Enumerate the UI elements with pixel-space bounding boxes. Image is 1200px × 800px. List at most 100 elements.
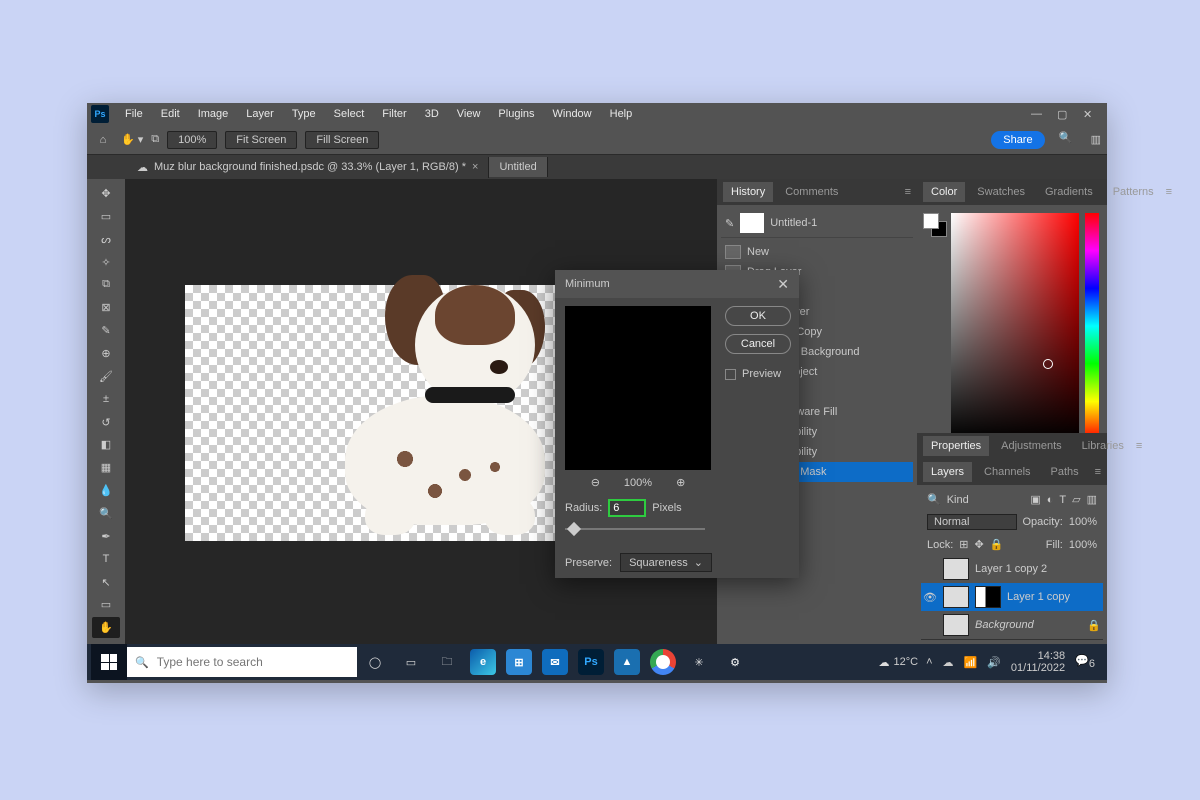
cloud-sync-icon[interactable]: ☁ [943, 656, 954, 669]
menu-layer[interactable]: Layer [238, 105, 282, 123]
history-item[interactable]: New [721, 242, 913, 262]
patterns-tab[interactable]: Patterns [1105, 182, 1162, 202]
explorer-icon[interactable]: 🗀 [429, 644, 465, 680]
search-input[interactable] [157, 655, 349, 669]
cancel-button[interactable]: Cancel [725, 334, 791, 354]
share-button[interactable]: Share [991, 131, 1044, 149]
start-button[interactable] [91, 644, 127, 680]
menu-help[interactable]: Help [602, 105, 641, 123]
menu-filter[interactable]: Filter [374, 105, 414, 123]
comments-tab[interactable]: Comments [777, 182, 846, 202]
document-canvas[interactable] [185, 285, 570, 541]
kind-filter[interactable]: 🔍 [927, 493, 941, 506]
swatches-tab[interactable]: Swatches [969, 182, 1033, 202]
brush-tool[interactable]: 🖌 [92, 366, 120, 387]
lock-pixels-icon[interactable]: ⊞ [959, 538, 968, 551]
blend-mode-dropdown[interactable]: Normal [927, 514, 1017, 530]
hue-slider[interactable] [1085, 213, 1099, 433]
fill-screen-button[interactable]: Fill Screen [305, 131, 379, 149]
dialog-titlebar[interactable]: Minimum ✕ [555, 270, 799, 298]
zoom-in-icon[interactable]: ⊕ [676, 476, 685, 489]
panel-menu-icon[interactable]: ≡ [1095, 466, 1101, 478]
lock-position-icon[interactable]: ✥ [975, 538, 984, 551]
libraries-tab[interactable]: Libraries [1074, 436, 1132, 456]
history-tab[interactable]: History [723, 182, 773, 202]
fill-value[interactable]: 100% [1069, 539, 1097, 551]
gradients-tab[interactable]: Gradients [1037, 182, 1101, 202]
doc-tab-2[interactable]: Untitled [489, 157, 547, 177]
task-view-icon[interactable]: ▭ [393, 644, 429, 680]
copilot-icon[interactable]: ✳ [681, 644, 717, 680]
scroll-all-icon[interactable]: ⧉ [151, 133, 159, 146]
layer-row[interactable]: Layer 1 copy 2 [921, 555, 1103, 583]
filter-preview[interactable] [565, 306, 711, 470]
fg-bg-swatch[interactable] [923, 213, 947, 237]
history-brush-tool[interactable]: ↺ [92, 412, 120, 433]
close-button[interactable]: ✕ [1083, 108, 1095, 120]
pen-tool[interactable]: ✒ [92, 526, 120, 547]
opacity-value[interactable]: 100% [1069, 516, 1097, 528]
home-icon[interactable]: ⌂ [93, 131, 113, 149]
filter-pixel-icon[interactable]: ▣ [1030, 493, 1040, 506]
move-tool[interactable]: ✥ [92, 183, 120, 204]
layers-tab[interactable]: Layers [923, 462, 972, 482]
radius-slider[interactable] [565, 523, 705, 535]
menu-image[interactable]: Image [190, 105, 237, 123]
chrome-icon[interactable] [645, 644, 681, 680]
path-tool[interactable]: ↖ [92, 572, 120, 593]
volume-icon[interactable]: 🔊 [987, 656, 1001, 669]
color-panel[interactable] [917, 205, 1107, 433]
lasso-tool[interactable]: ᔕ [92, 229, 120, 250]
properties-tab[interactable]: Properties [923, 436, 989, 456]
menu-type[interactable]: Type [284, 105, 324, 123]
weather-widget[interactable]: ☁ 12°C [879, 656, 919, 669]
minimize-button[interactable]: ― [1031, 108, 1043, 120]
zoom-out-icon[interactable]: ⊖ [591, 476, 600, 489]
fit-screen-button[interactable]: Fit Screen [225, 131, 297, 149]
paths-tab[interactable]: Paths [1043, 462, 1087, 482]
adjustments-tab[interactable]: Adjustments [993, 436, 1070, 456]
filter-shape-icon[interactable]: ▱ [1072, 493, 1080, 506]
stamp-tool[interactable]: ± [92, 389, 120, 410]
mail-icon[interactable]: ✉ [537, 644, 573, 680]
filter-smart-icon[interactable]: ▥ [1087, 493, 1097, 506]
menu-plugins[interactable]: Plugins [490, 105, 542, 123]
wifi-icon[interactable]: 📶 [964, 656, 978, 669]
close-tab-icon[interactable]: × [472, 161, 478, 173]
taskbar-search[interactable]: 🔍 [127, 647, 357, 677]
shape-tool[interactable]: ▭ [92, 594, 120, 615]
visibility-icon[interactable]: 👁 [923, 591, 937, 604]
crop-tool[interactable]: ⧉ [92, 274, 120, 295]
panel-menu-icon[interactable]: ≡ [1136, 440, 1142, 452]
color-tab[interactable]: Color [923, 182, 965, 202]
eyedropper-tool[interactable]: ✎ [92, 320, 120, 341]
settings-icon[interactable]: ⚙ [717, 644, 753, 680]
arrange-icon[interactable]: ▥ [1091, 133, 1101, 146]
system-tray[interactable]: ˄ ☁ 📶 🔊 14:3801/11/2022 💬6 [918, 650, 1103, 674]
type-tool[interactable]: T [92, 549, 120, 570]
notifications-icon[interactable]: 💬6 [1075, 654, 1095, 670]
preview-checkbox[interactable]: Preview [725, 368, 791, 380]
layer-row[interactable]: Background🔒 [921, 611, 1103, 639]
channels-tab[interactable]: Channels [976, 462, 1038, 482]
heal-tool[interactable]: ⊕ [92, 343, 120, 364]
filter-type-icon[interactable]: T [1059, 494, 1066, 506]
blur-tool[interactable]: 💧 [92, 480, 120, 501]
menu-window[interactable]: Window [545, 105, 600, 123]
frame-tool[interactable]: ⊠ [92, 297, 120, 318]
color-field[interactable] [951, 213, 1079, 433]
dodge-tool[interactable]: 🔍 [92, 503, 120, 524]
preserve-dropdown[interactable]: Squareness ⌄ [620, 553, 712, 572]
dialog-close-icon[interactable]: ✕ [777, 276, 789, 293]
layer-row[interactable]: 👁Layer 1 copy [921, 583, 1103, 611]
photoshop-taskbar-icon[interactable]: Ps [573, 644, 609, 680]
menu-select[interactable]: Select [326, 105, 373, 123]
history-snapshot[interactable]: ✎ Untitled-1 [721, 209, 913, 238]
hand-tool[interactable]: ✋ [92, 617, 120, 638]
menu-edit[interactable]: Edit [153, 105, 188, 123]
gradient-tool[interactable]: ▦ [92, 457, 120, 478]
store-icon[interactable]: ⊞ [501, 644, 537, 680]
panel-menu-icon[interactable]: ≡ [905, 186, 911, 198]
tray-chevron-icon[interactable]: ˄ [926, 656, 932, 668]
clock[interactable]: 14:3801/11/2022 [1011, 650, 1065, 674]
